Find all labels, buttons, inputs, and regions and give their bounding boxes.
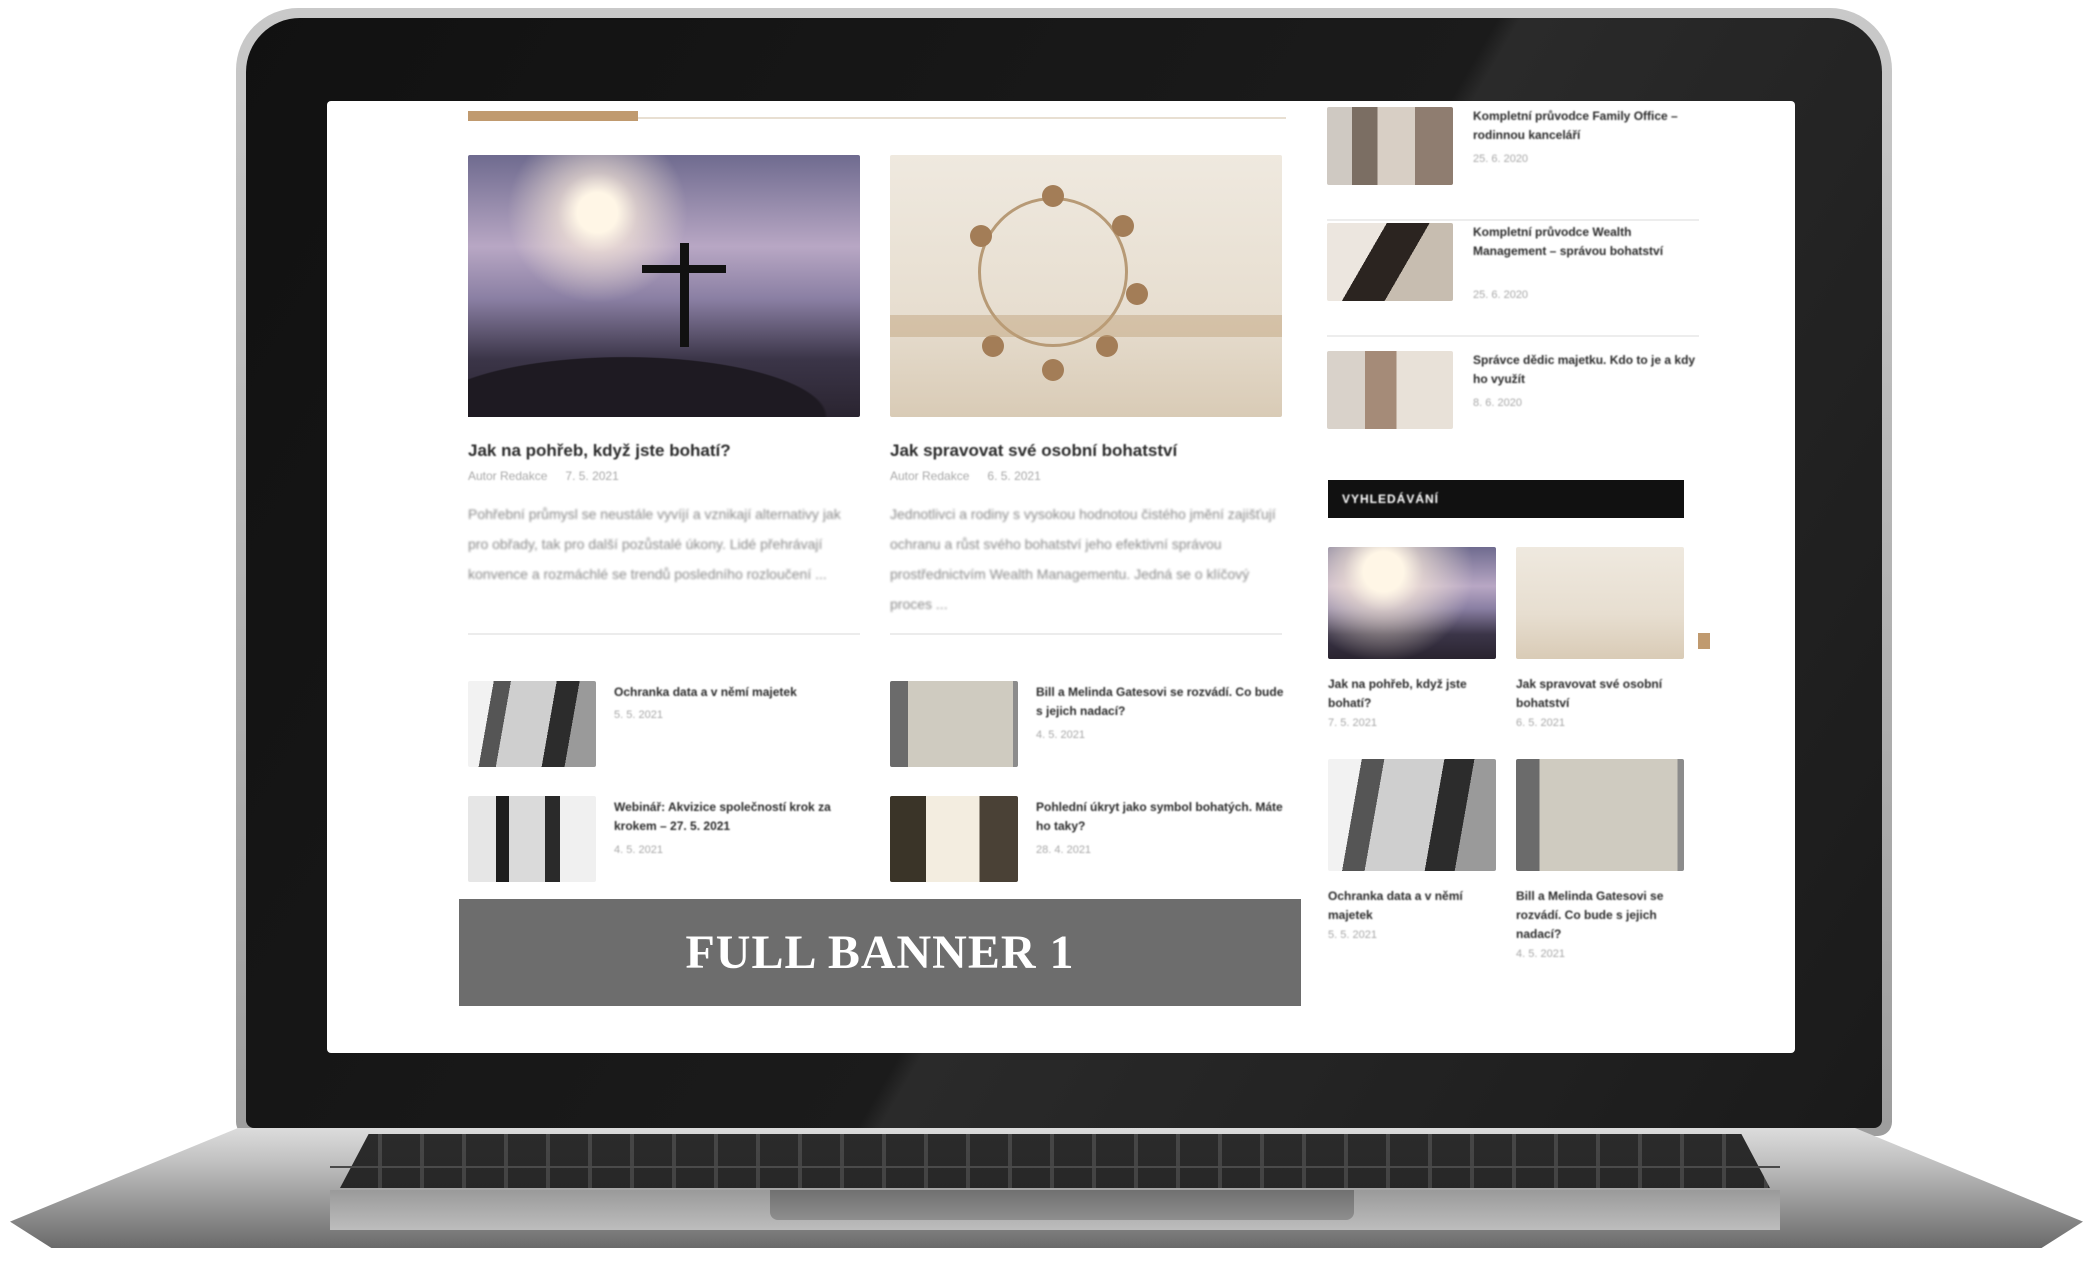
article-thumbnail[interactable] xyxy=(468,681,596,767)
scroll-to-top-button[interactable] xyxy=(1698,633,1710,649)
list-item[interactable]: Pohlední úkryt jako symbol bohatých. Mát… xyxy=(890,796,1283,886)
article-date: 5. 5. 2021 xyxy=(614,709,663,721)
list-item[interactable]: Bill a Melinda Gatesovi se rozvádí. Co b… xyxy=(890,681,1283,771)
wheel-node xyxy=(1096,335,1118,357)
wheel-band xyxy=(890,315,1282,337)
wheel-node xyxy=(1042,185,1064,207)
article-thumbnail[interactable] xyxy=(890,681,1018,767)
divider xyxy=(890,633,1282,635)
grid-item[interactable]: Ochranka data a v němí majetek 5. 5. 202… xyxy=(1328,759,1496,941)
sidebar-list-item[interactable]: Kompletní průvodce Wealth Management – s… xyxy=(1327,223,1699,337)
article-title[interactable]: Ochranka data a v němí majetek xyxy=(614,683,864,702)
sidebar-list-item[interactable]: Správce dědic majetku. Kdo to je a kdy h… xyxy=(1327,351,1699,451)
article-date: 8. 6. 2020 xyxy=(1473,397,1522,409)
article-date: 4. 5. 2021 xyxy=(1516,948,1565,960)
article-title[interactable]: Správce dědic majetku. Kdo to je a kdy h… xyxy=(1473,351,1699,389)
feature-article[interactable]: Jak na pohřeb, když jste bohatí? Autor R… xyxy=(468,155,860,635)
grid-item[interactable]: Jak spravovat své osobní bohatství 6. 5.… xyxy=(1516,547,1684,729)
wheel-node xyxy=(1126,283,1148,305)
article-date: 25. 6. 2020 xyxy=(1473,289,1529,301)
article-title[interactable]: Kompletní průvodce Wealth Management – s… xyxy=(1473,223,1699,261)
article-thumbnail[interactable] xyxy=(1328,759,1496,871)
list-item[interactable]: Webinář: Akvizice společností krok za kr… xyxy=(468,796,860,886)
laptop-screen: Jak na pohřeb, když jste bohatí? Autor R… xyxy=(327,101,1795,1053)
article-title[interactable]: Jak spravovat své osobní bohatství xyxy=(1516,675,1684,713)
article-title[interactable]: Pohlední úkryt jako symbol bohatých. Mát… xyxy=(1036,798,1286,836)
list-item[interactable]: Ochranka data a v němí majetek 5. 5. 202… xyxy=(468,681,860,771)
section-divider xyxy=(468,111,1286,121)
article-thumbnail[interactable] xyxy=(1327,107,1453,185)
article-title[interactable]: Ochranka data a v němí majetek xyxy=(1328,887,1496,925)
article-thumbnail[interactable] xyxy=(1516,759,1684,871)
divider xyxy=(1327,219,1699,221)
article-thumbnail[interactable] xyxy=(890,155,1282,417)
divider xyxy=(468,633,860,635)
article-excerpt: Jednotlivci a rodiny s vysokou hodnotou … xyxy=(890,506,1276,612)
article-thumbnail[interactable] xyxy=(890,796,1018,882)
cross-icon-bar xyxy=(642,265,726,273)
laptop-keyboard xyxy=(340,1134,1770,1188)
article-date: 7. 5. 2021 xyxy=(565,469,619,483)
wheel-node xyxy=(1112,215,1134,237)
article-title[interactable]: Bill a Melinda Gatesovi se rozvádí. Co b… xyxy=(1036,683,1286,721)
article-thumbnail[interactable] xyxy=(1327,223,1453,301)
laptop-trackpad xyxy=(770,1190,1354,1220)
article-date: 5. 5. 2021 xyxy=(1328,929,1377,941)
article-title[interactable]: Bill a Melinda Gatesovi se rozvádí. Co b… xyxy=(1516,887,1684,944)
article-title[interactable]: Webinář: Akvizice společností krok za kr… xyxy=(614,798,864,836)
article-thumbnail[interactable] xyxy=(1328,547,1496,659)
section-accent xyxy=(468,111,638,121)
keyboard-row-divider xyxy=(330,1166,1780,1168)
article-author[interactable]: Autor Redakce xyxy=(890,469,969,483)
article-date: 7. 5. 2021 xyxy=(1328,717,1377,729)
article-date: 6. 5. 2021 xyxy=(987,469,1041,483)
banner-label: FULL BANNER 1 xyxy=(685,926,1075,979)
article-thumbnail[interactable] xyxy=(468,796,596,882)
widget-title: VYHLEDÁVÁNÍ xyxy=(1342,492,1440,506)
hill-silhouette xyxy=(468,347,860,417)
article-date: 6. 5. 2021 xyxy=(1516,717,1565,729)
article-thumbnail[interactable] xyxy=(1327,351,1453,429)
wheel-node xyxy=(970,225,992,247)
article-thumbnail[interactable] xyxy=(468,155,860,417)
divider xyxy=(1327,335,1699,337)
wheel-node xyxy=(982,335,1004,357)
article-excerpt: Pohřební průmysl se neustále vyvíjí a vz… xyxy=(468,506,841,582)
feature-article[interactable]: Jak spravovat své osobní bohatství Autor… xyxy=(890,155,1282,635)
article-date: 28. 4. 2021 xyxy=(1036,844,1092,856)
full-banner[interactable]: FULL BANNER 1 xyxy=(459,899,1301,1006)
article-meta: Autor Redakce 7. 5. 2021 xyxy=(468,469,860,483)
widget-header: VYHLEDÁVÁNÍ xyxy=(1328,480,1684,518)
article-date: 4. 5. 2021 xyxy=(614,844,663,856)
article-meta: Autor Redakce 6. 5. 2021 xyxy=(890,469,1282,483)
article-title[interactable]: Jak na pohřeb, když jste bohatí? xyxy=(1328,675,1496,713)
article-author[interactable]: Autor Redakce xyxy=(468,469,547,483)
grid-item[interactable]: Jak na pohřeb, když jste bohatí? 7. 5. 2… xyxy=(1328,547,1496,729)
article-date: 4. 5. 2021 xyxy=(1036,729,1085,741)
article-title[interactable]: Jak na pohřeb, když jste bohatí? xyxy=(468,441,860,461)
sidebar-list-item[interactable]: Kompletní průvodce Family Office – rodin… xyxy=(1327,107,1699,221)
article-title[interactable]: Kompletní průvodce Family Office – rodin… xyxy=(1473,107,1699,145)
grid-item[interactable]: Bill a Melinda Gatesovi se rozvádí. Co b… xyxy=(1516,759,1684,960)
cross-icon xyxy=(680,243,689,347)
article-date: 25. 6. 2020 xyxy=(1473,153,1529,165)
article-thumbnail[interactable] xyxy=(1516,547,1684,659)
wheel-node xyxy=(1042,359,1064,381)
article-title[interactable]: Jak spravovat své osobní bohatství xyxy=(890,441,1282,461)
